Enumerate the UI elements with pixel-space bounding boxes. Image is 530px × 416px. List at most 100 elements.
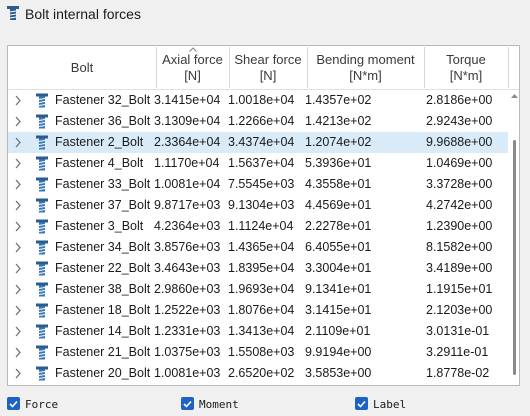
torque-cell: 3.2911e-01	[426, 345, 489, 359]
chevron-right-icon[interactable]	[14, 116, 22, 127]
chevron-right-icon[interactable]	[14, 179, 22, 190]
column-header-axial-force[interactable]: Axial force [N]	[156, 46, 229, 89]
bolt-icon	[36, 303, 48, 318]
bending-moment-cell: 5.3936e+01	[305, 156, 372, 170]
axial-force-cell: 3.4643e+03	[154, 261, 221, 275]
chevron-right-icon[interactable]	[14, 200, 22, 211]
bolt-icon	[36, 345, 48, 360]
chevron-right-icon[interactable]	[14, 158, 22, 169]
torque-cell: 3.4189e+00	[426, 261, 493, 275]
shear-force-cell: 3.4374e+04	[228, 135, 295, 149]
axial-force-cell: 1.0081e+04	[154, 177, 221, 191]
table-row[interactable]: Fastener 14_Bolt 1.2331e+03 1.3413e+04 2.11…	[8, 321, 508, 342]
bending-moment-cell: 3.5853e+00	[305, 366, 372, 380]
column-header-shear-force[interactable]: Shear force [N]	[229, 46, 307, 89]
bolt-icon	[36, 156, 48, 171]
bolt-name-cell: Fastener 22_Bolt	[55, 261, 151, 275]
axial-force-cell: 1.0081e+03	[154, 366, 221, 380]
axial-force-cell: 4.2364e+03	[154, 219, 221, 233]
shear-force-cell: 1.0018e+04	[228, 93, 295, 107]
torque-cell: 1.1915e+01	[426, 282, 493, 296]
chevron-right-icon[interactable]	[14, 368, 22, 379]
bolt-name-cell: Fastener 2_Bolt	[55, 135, 144, 149]
bolt-name-cell: Fastener 21_Bolt	[55, 345, 151, 359]
bolt-name-cell: Fastener 32_Bolt	[55, 93, 151, 107]
torque-cell: 3.3728e+00	[426, 177, 493, 191]
chevron-right-icon[interactable]	[14, 242, 22, 253]
shear-force-cell: 1.3413e+04	[228, 324, 295, 338]
column-divider	[508, 47, 509, 88]
bolt-forces-table[interactable]: Bolt Axial force [N] Shear force [N] Ben…	[7, 45, 520, 386]
chevron-right-icon[interactable]	[14, 95, 22, 106]
bolt-icon	[36, 282, 48, 297]
chevron-right-icon[interactable]	[14, 305, 22, 316]
table-row[interactable]: Fastener 20_Bolt 1.0081e+03 2.6520e+02 3.58…	[8, 363, 508, 384]
torque-cell: 2.1203e+00	[426, 303, 493, 317]
table-row[interactable]: Fastener 22_Bolt 3.4643e+03 1.8395e+04 3.30…	[8, 258, 508, 279]
bolt-icon	[36, 366, 48, 381]
table-row[interactable]: Fastener 37_Bolt 9.8717e+03 9.1304e+03 4.45…	[8, 195, 508, 216]
force-checkbox[interactable]	[7, 397, 20, 410]
bending-moment-cell: 3.3004e+01	[305, 261, 372, 275]
bolt-icon	[36, 261, 48, 276]
table-row[interactable]: Fastener 36_Bolt 3.1309e+04 1.2266e+04 1.42…	[8, 111, 508, 132]
bolt-name-cell: Fastener 14_Bolt	[55, 324, 151, 338]
label-checkbox-label[interactable]: Label	[373, 398, 406, 411]
axial-force-cell: 1.1170e+04	[154, 156, 220, 170]
axial-force-cell: 3.1309e+04	[154, 114, 221, 128]
options-bar: Force Moment Label	[0, 392, 530, 416]
checkmark-icon	[183, 400, 192, 408]
vertical-scrollbar[interactable]	[509, 90, 519, 385]
column-header-bolt[interactable]: Bolt	[8, 46, 156, 89]
axial-force-cell: 9.8717e+03	[154, 198, 221, 212]
bolt-name-cell: Fastener 33_Bolt	[55, 177, 151, 191]
bolt-name-cell: Fastener 38_Bolt	[55, 282, 151, 296]
chevron-right-icon[interactable]	[14, 326, 22, 337]
shear-force-cell: 1.5508e+03	[228, 345, 295, 359]
label-checkbox[interactable]	[355, 397, 368, 410]
chevron-right-icon[interactable]	[14, 263, 22, 274]
table-row[interactable]: Fastener 33_Bolt 1.0081e+04 7.5545e+03 4.35…	[8, 174, 508, 195]
table-row[interactable]: Fastener 18_Bolt 1.2522e+03 1.8076e+04 3.14…	[8, 300, 508, 321]
scrollbar-thumb[interactable]	[513, 140, 516, 375]
bending-moment-cell: 4.4569e+01	[305, 198, 372, 212]
moment-checkbox-label[interactable]: Moment	[199, 398, 239, 411]
bolt-icon	[7, 6, 19, 20]
torque-cell: 4.2742e+00	[426, 198, 493, 212]
column-header-torque[interactable]: Torque [N*m]	[424, 46, 508, 89]
bolt-name-cell: Fastener 4_Bolt	[55, 156, 144, 170]
table-row[interactable]: Fastener 34_Bolt 3.8576e+03 1.4365e+04 6.40…	[8, 237, 508, 258]
bending-moment-cell: 4.3558e+01	[305, 177, 372, 191]
chevron-right-icon[interactable]	[14, 347, 22, 358]
moment-checkbox[interactable]	[181, 397, 194, 410]
bolt-icon	[36, 177, 48, 192]
table-row[interactable]: Fastener 38_Bolt 2.9860e+03 1.9693e+04 9.13…	[8, 279, 508, 300]
table-row[interactable]: Fastener 21_Bolt 1.0375e+03 1.5508e+03 9.91…	[8, 342, 508, 363]
bending-moment-cell: 2.2278e+01	[305, 219, 372, 233]
shear-force-cell: 1.8076e+04	[228, 303, 295, 317]
axial-force-cell: 1.2331e+03	[154, 324, 221, 338]
table-row[interactable]: Fastener 3_Bolt 4.2364e+03 1.1124e+04 2.227…	[8, 216, 508, 237]
torque-cell: 1.8778e-02	[426, 366, 490, 380]
shear-force-cell: 1.2266e+04	[228, 114, 295, 128]
shear-force-cell: 1.1124e+04	[228, 219, 294, 233]
bolt-icon	[36, 93, 48, 108]
bolt-name-cell: Fastener 37_Bolt	[55, 198, 151, 212]
sort-ascending-icon	[188, 47, 197, 52]
shear-force-cell: 7.5545e+03	[228, 177, 295, 191]
table-row[interactable]: Fastener 2_Bolt 2.3364e+04 3.4374e+04 1.207…	[8, 132, 508, 153]
checkmark-icon	[357, 400, 366, 408]
chevron-right-icon[interactable]	[14, 284, 22, 295]
shear-force-cell: 1.9693e+04	[228, 282, 295, 296]
force-checkbox-label[interactable]: Force	[25, 398, 58, 411]
bolt-icon	[36, 135, 48, 150]
table-row[interactable]: Fastener 32_Bolt 3.1415e+04 1.0018e+04 1.43…	[8, 90, 508, 111]
bolt-name-cell: Fastener 3_Bolt	[55, 219, 144, 233]
chevron-right-icon[interactable]	[14, 221, 22, 232]
chevron-right-icon[interactable]	[14, 137, 22, 148]
column-header-bending-moment[interactable]: Bending moment [N*m]	[307, 46, 424, 89]
bending-moment-cell: 3.1415e+01	[305, 303, 372, 317]
table-row[interactable]: Fastener 4_Bolt 1.1170e+04 1.5637e+04 5.393…	[8, 153, 508, 174]
bolt-name-cell: Fastener 34_Bolt	[55, 240, 151, 254]
scroll-up-arrow-icon[interactable]	[511, 94, 518, 98]
